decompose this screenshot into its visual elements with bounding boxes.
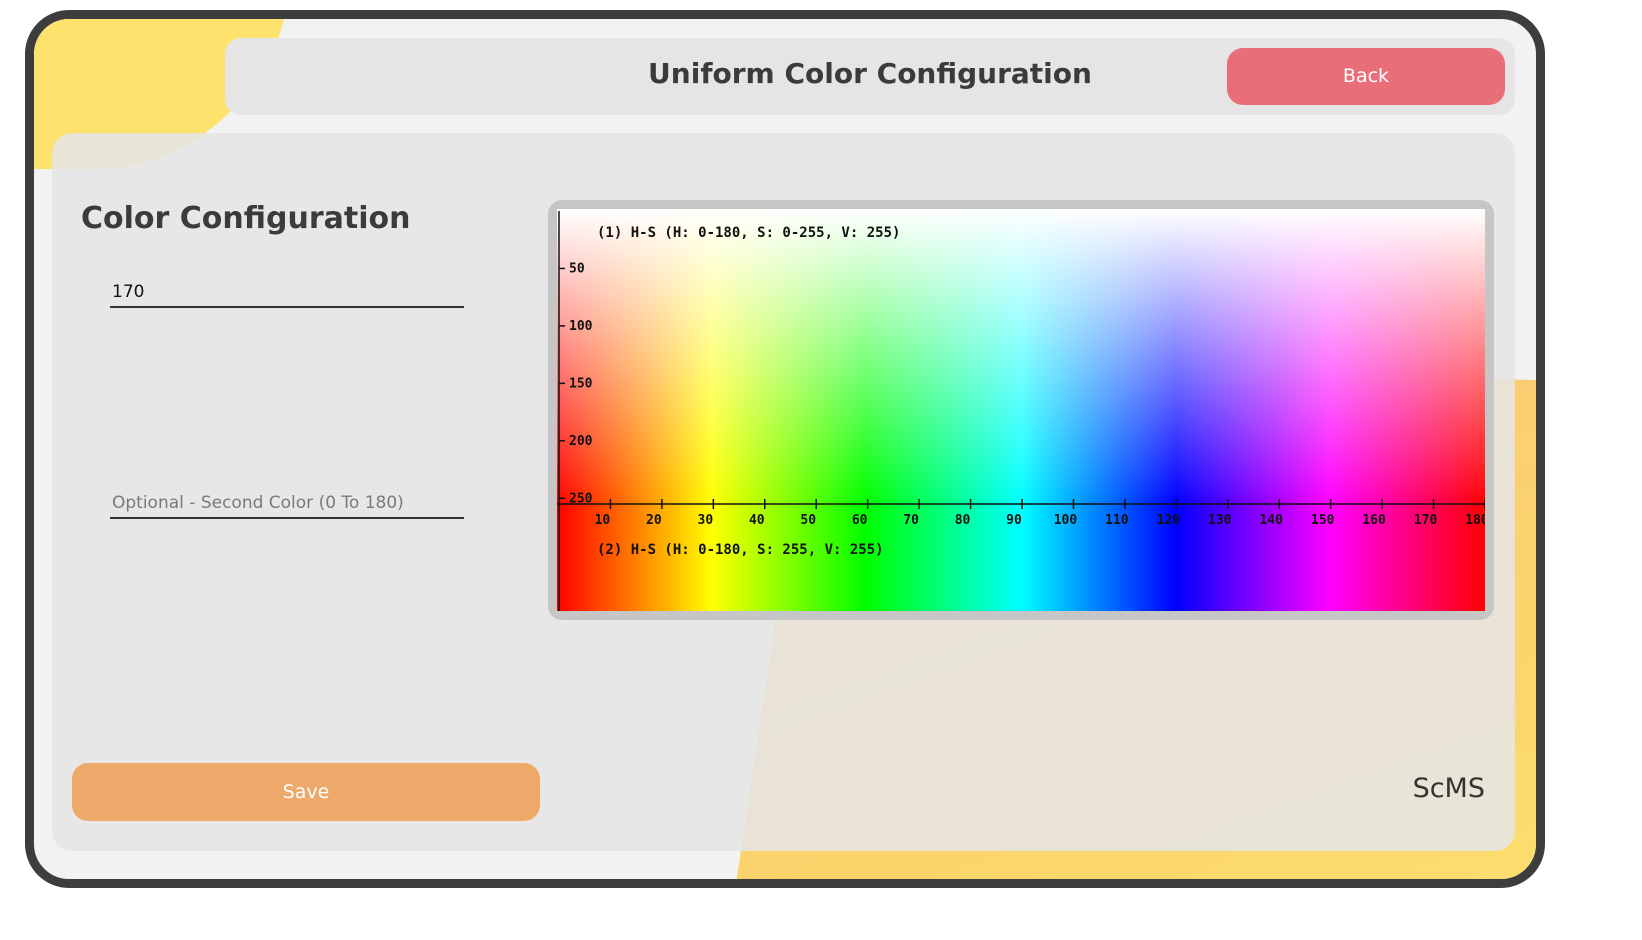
second-color-input[interactable] xyxy=(110,489,464,519)
back-button[interactable]: Back xyxy=(1227,48,1505,105)
y-tick-label: 200 xyxy=(569,434,593,449)
brand-logo-text: ScMS xyxy=(1412,773,1485,804)
saturation-fade xyxy=(557,209,1485,504)
save-button[interactable]: Save xyxy=(72,763,540,821)
header-bar: Uniform Color Configuration Back xyxy=(225,38,1515,115)
y-tick-label: 150 xyxy=(569,376,593,391)
x-tick-label: 160 xyxy=(1362,513,1386,528)
x-tick-label: 50 xyxy=(800,513,816,528)
x-tick-label: 120 xyxy=(1157,513,1181,528)
app-frame: Uniform Color Configuration Back Color C… xyxy=(25,10,1545,888)
x-tick-label: 130 xyxy=(1208,513,1232,528)
x-tick-label: 60 xyxy=(852,513,868,528)
y-tick-label: 50 xyxy=(569,261,585,276)
x-tick-label: 150 xyxy=(1311,513,1335,528)
x-tick-label: 70 xyxy=(903,513,919,528)
chart-label-top: (1) H-S (H: 0-180, S: 0-255, V: 255) xyxy=(597,225,900,241)
hue-saturation-chart: 10 20 30 40 50 60 70 80 90 100 110 120 130 140 150 160 1… xyxy=(557,209,1485,611)
x-tick-label: 30 xyxy=(698,513,714,528)
y-tick-label: 100 xyxy=(569,319,593,334)
first-color-input[interactable] xyxy=(110,278,464,308)
y-tick-label: 250 xyxy=(569,491,593,506)
x-tick-label: 20 xyxy=(646,513,662,528)
x-tick-label: 90 xyxy=(1006,513,1022,528)
hue-chart-frame: 10 20 30 40 50 60 70 80 90 100 110 120 130 140 150 160 1… xyxy=(548,200,1494,620)
x-tick-label: 180 xyxy=(1465,513,1485,528)
x-tick-label: 110 xyxy=(1105,513,1129,528)
x-tick-label: 40 xyxy=(749,513,765,528)
x-tick-label: 140 xyxy=(1259,513,1283,528)
chart-label-bottom: (2) H-S (H: 0-180, S: 255, V: 255) xyxy=(597,542,884,558)
x-tick-label: 100 xyxy=(1054,513,1078,528)
x-tick-label: 10 xyxy=(595,513,611,528)
section-title: Color Configuration xyxy=(81,201,411,236)
x-tick-label: 80 xyxy=(955,513,971,528)
x-tick-label: 170 xyxy=(1414,513,1438,528)
config-panel: Color Configuration 170 Optional - Secon… xyxy=(52,133,1515,851)
